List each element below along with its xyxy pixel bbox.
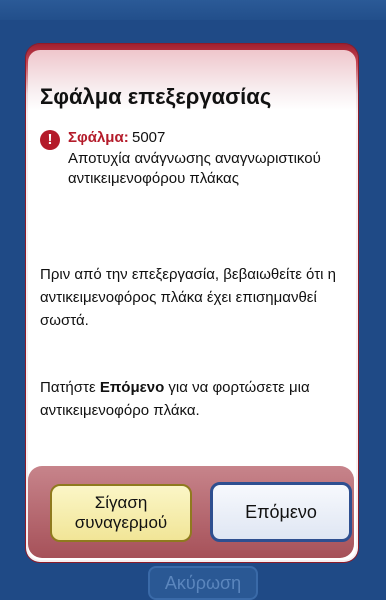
next-button[interactable]: Επόμενο [210,482,352,542]
error-label: Σφάλμα: [68,129,129,146]
instruction-prefix: Πατήστε [40,379,100,396]
instruction-paragraph: Πριν από την επεξεργασία, βεβαιωθείτε ότ… [40,266,336,329]
silence-alarm-label-line2: συναγερμού [74,513,168,532]
cancel-button-behind: Ακύρωση [148,566,258,600]
next-instruction-paragraph: Πατήστε Επόμενο για να φορτώσετε μια αντ… [40,376,345,422]
error-dialog: Σφάλμα επεξεργασίας ! Σφάλμα: 5007 Αποτυ… [26,44,358,562]
background-header [0,0,386,20]
silence-alarm-button[interactable]: Σίγαση συναγερμού [50,484,192,542]
error-code: 5007 [132,129,166,146]
error-description: Αποτυχία ανάγνωσης αναγνωριστικού αντικε… [68,150,321,187]
instruction-bold-next: Επόμενο [99,379,165,396]
button-bar: Σίγαση συναγερμού Επόμενο [28,466,354,558]
dialog-title: Σφάλμα επεξεργασίας [40,84,272,109]
exclamation-circle-icon: ! [40,130,60,150]
silence-alarm-label-line1: Σίγαση [94,493,148,512]
